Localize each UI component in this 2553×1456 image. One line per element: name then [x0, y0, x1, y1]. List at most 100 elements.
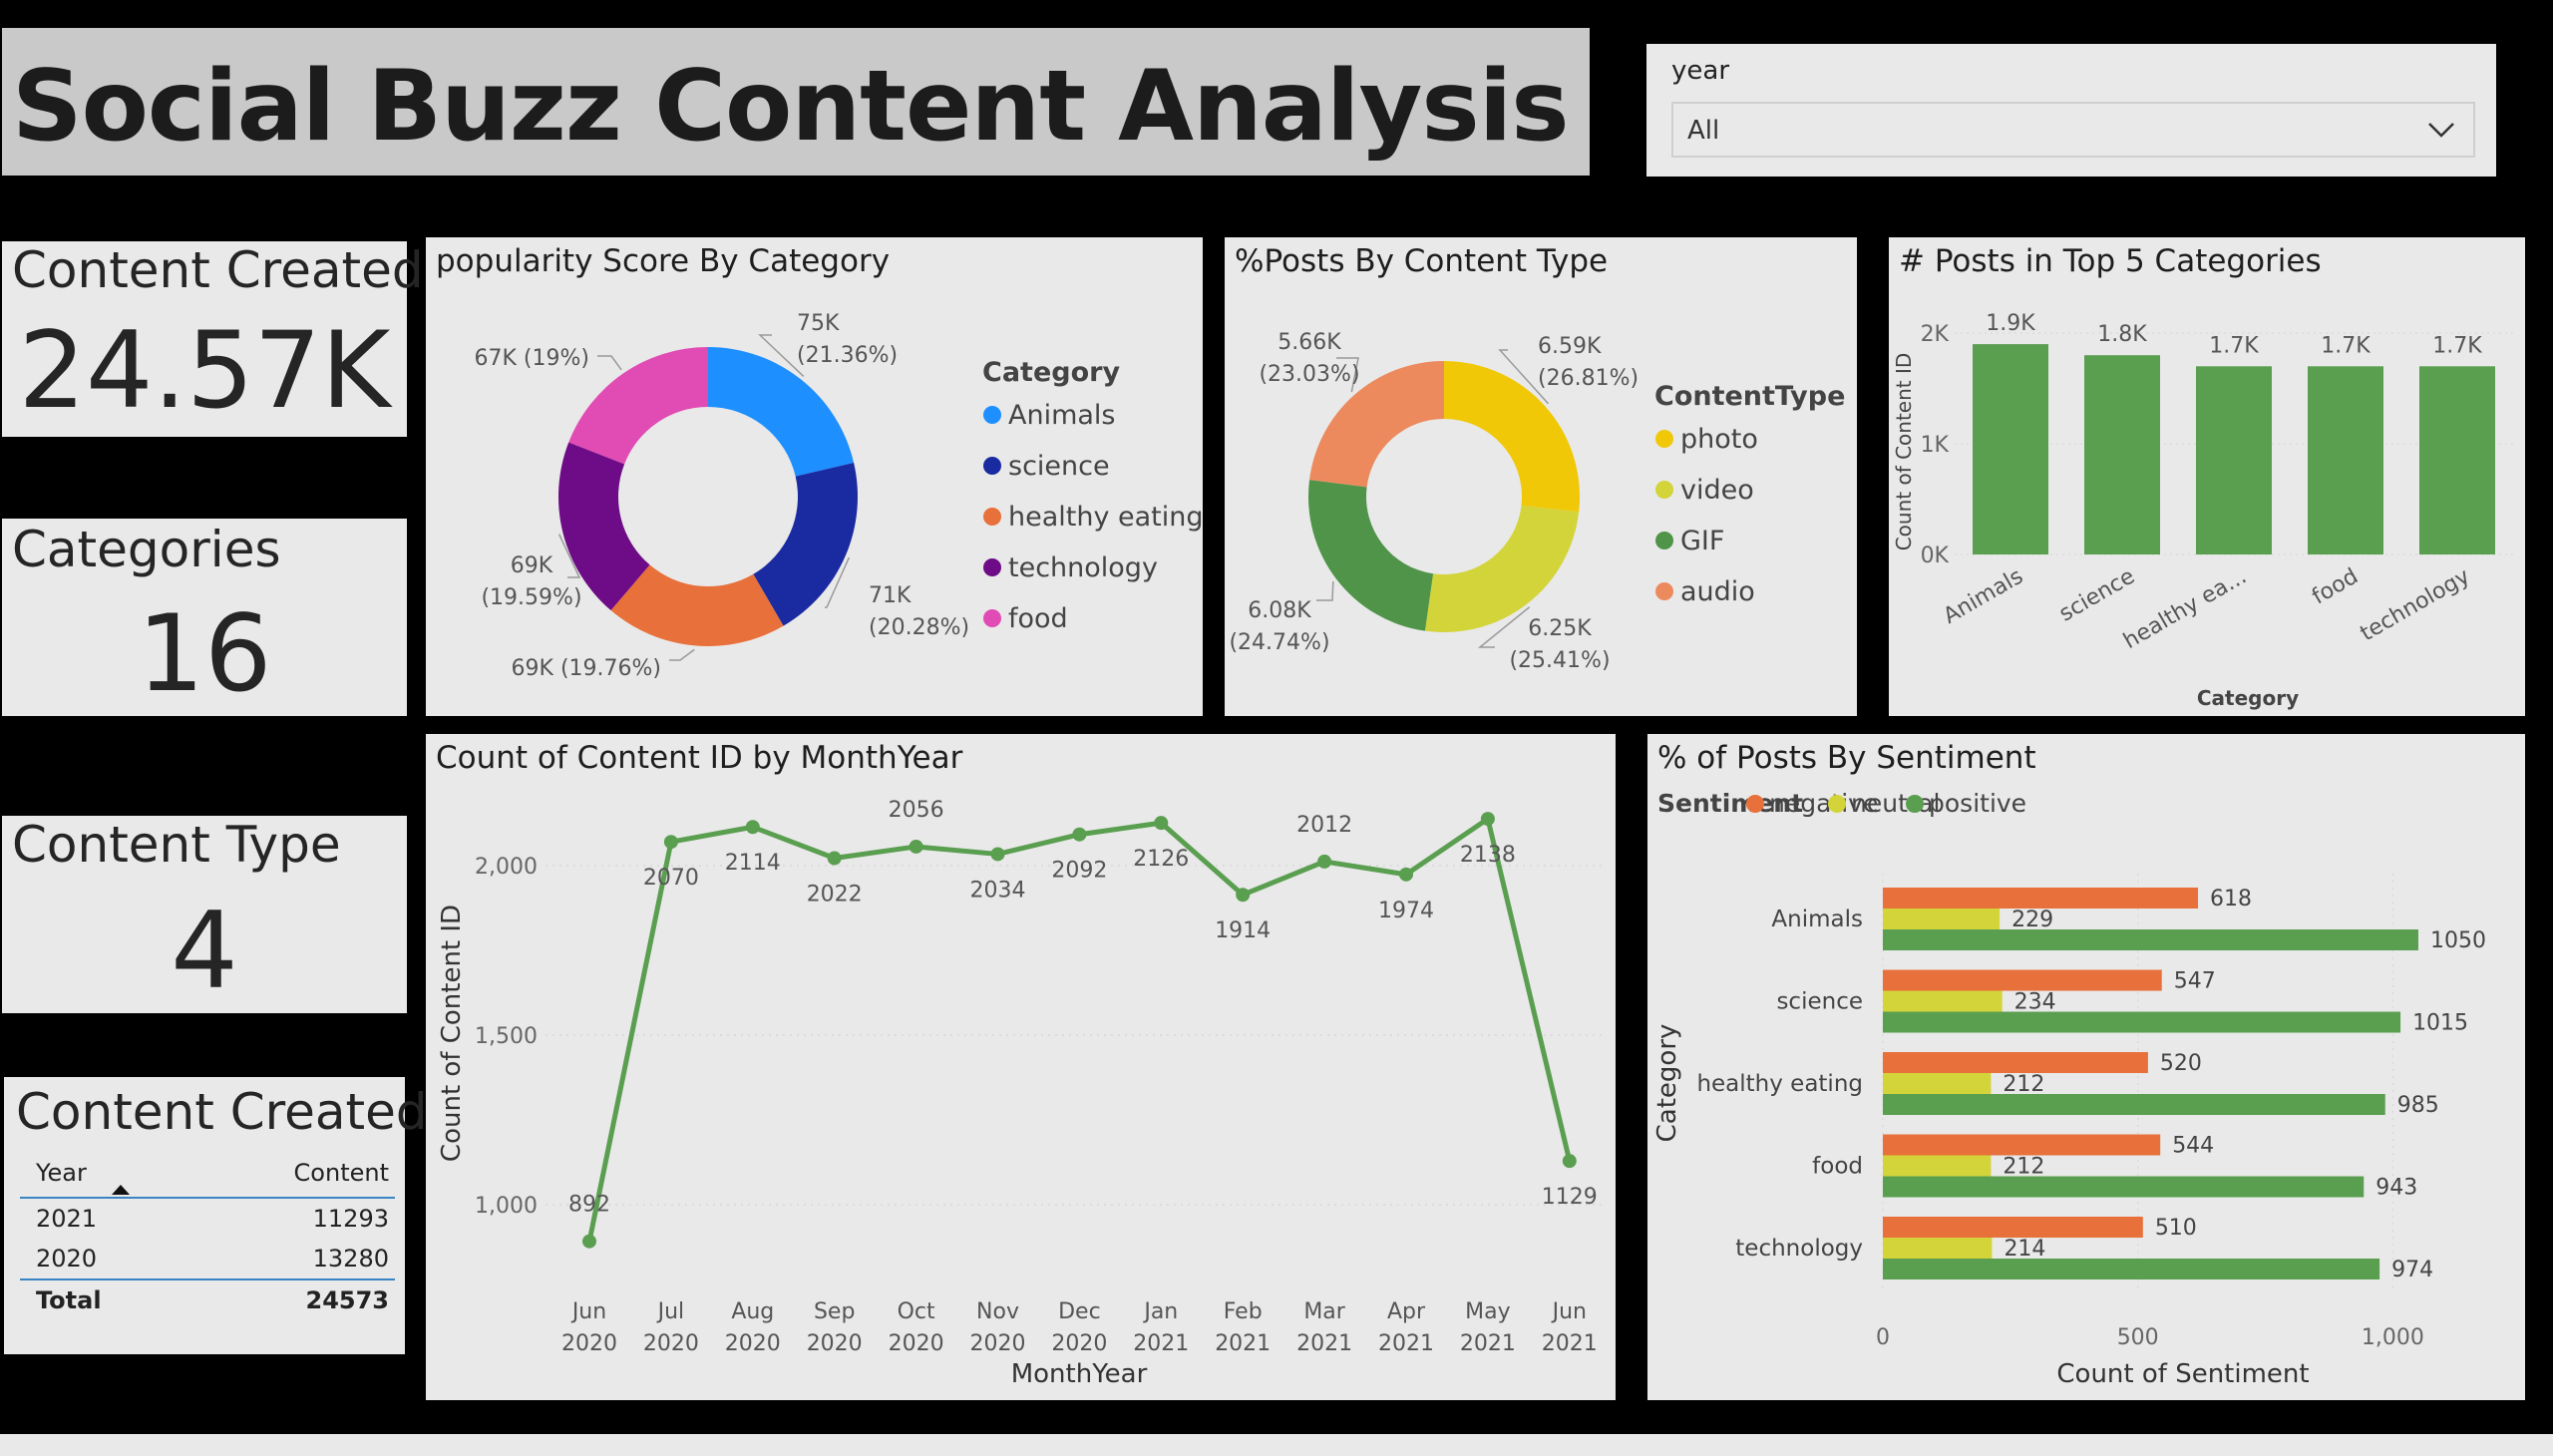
table-row: 2021 11293 [20, 1199, 395, 1239]
x-tick-label: 500 [2117, 1325, 2159, 1350]
data-point [1562, 1154, 1577, 1169]
bar-data-label: 974 [2391, 1258, 2433, 1282]
x-tick-label: Animals [1940, 564, 2027, 629]
table-cell: Total [36, 1286, 102, 1314]
x-tick-month: Aug [731, 1299, 774, 1324]
x-axis-title: MonthYear [1011, 1359, 1148, 1389]
x-tick-month: Feb [1224, 1299, 1263, 1324]
top5-bar-panel: # Posts in Top 5 Categories 0K 1K 2K 1.9K An… [1889, 237, 2525, 716]
point-label: 2114 [725, 851, 781, 876]
x-tick-year: 2021 [1378, 1331, 1434, 1356]
bar-data-label: 1.7K [2432, 333, 2482, 358]
y-tick-label: Animals [1771, 907, 1863, 932]
legend-marker [1746, 795, 1764, 813]
legend-marker [983, 508, 1001, 526]
x-tick-year: 2020 [1051, 1331, 1107, 1356]
point-label: 2070 [643, 866, 699, 891]
sentiment-bar-panel: % of Posts By Sentiment Sentiment negativ… [1647, 734, 2525, 1400]
data-point [1154, 816, 1169, 831]
bar-data-label: 234 [2014, 990, 2056, 1015]
data-label-value: 6.59K [1538, 334, 1602, 359]
x-tick-label: science [2055, 564, 2139, 627]
x-tick-year: 2020 [643, 1331, 699, 1356]
data-point [1236, 888, 1251, 903]
data-label-percent: (25.41%) [1509, 648, 1610, 673]
card-title: Categories [12, 521, 281, 578]
card-value: 4 [171, 890, 238, 1012]
x-tick-month: Apr [1387, 1299, 1426, 1324]
legend-title: ContentType [1654, 381, 1845, 412]
bar-data-label: 1015 [2412, 1011, 2468, 1036]
bar-0 [1973, 344, 2048, 554]
bar-data-label: 510 [2155, 1216, 2197, 1241]
bottom-strip [0, 1434, 2553, 1456]
legend-marker [983, 457, 1001, 475]
x-tick-month: Mar [1303, 1299, 1345, 1324]
point-label: 1974 [1378, 899, 1434, 923]
content-table: Year Content 2021 11293 2020 13280 Total… [20, 1153, 395, 1320]
popularity-donut-panel: popularity Score By Category 75K (21.36%)… [426, 237, 1203, 716]
y-axis-title: Count of Content ID [1892, 353, 1916, 551]
x-tick-year: 2020 [725, 1331, 781, 1356]
legend-item: neutral [1851, 789, 1940, 818]
legend-item: photo [1680, 424, 1758, 455]
bar-data-label: 212 [2003, 1072, 2044, 1097]
legend-marker [983, 609, 1001, 627]
bar-negative [1883, 888, 2199, 909]
data-label-value: 6.08K [1248, 598, 1311, 623]
y-tick-label: 2,000 [475, 855, 538, 880]
bar-data-label: 1.9K [1986, 311, 2035, 336]
bar-data-label: 544 [2172, 1134, 2214, 1159]
data-point [990, 847, 1005, 862]
x-tick-label: 0 [1876, 1325, 1890, 1350]
chevron-down-icon[interactable] [2421, 110, 2461, 150]
table-row: 2020 13280 [20, 1239, 395, 1278]
x-tick-month: Oct [898, 1299, 935, 1324]
x-tick-label: healthy ea... [2119, 564, 2251, 654]
point-label: 2034 [970, 878, 1026, 903]
point-label: 1129 [1542, 1185, 1598, 1210]
table-cell: 24573 [305, 1286, 390, 1314]
bar-data-label: 212 [2003, 1155, 2044, 1180]
data-label-value: 69K [511, 553, 553, 578]
data-point [827, 851, 842, 866]
data-label: 67K (19%) [475, 346, 589, 371]
column-header-content[interactable]: Content [294, 1159, 389, 1187]
year-dropdown-value: All [1687, 116, 1720, 146]
card-title: Content Type [12, 816, 341, 874]
bar-data-label: 214 [2004, 1237, 2045, 1262]
bar-data-label: 520 [2160, 1051, 2202, 1076]
bar-neutral [1883, 1238, 1993, 1259]
x-tick-year: 2021 [1215, 1331, 1271, 1356]
page-title: Social Buzz Content Analysis [12, 50, 1570, 164]
y-tick-label: 1K [1921, 433, 1950, 458]
y-tick-label: 0K [1921, 544, 1950, 568]
x-tick-year: 2021 [1296, 1331, 1352, 1356]
card-value: 16 [137, 592, 272, 715]
y-tick-label: science [1776, 989, 1863, 1015]
table-cell: 2020 [36, 1245, 98, 1273]
data-point [663, 835, 678, 850]
point-label: 2056 [889, 798, 944, 823]
donut-slice-video [1424, 505, 1580, 632]
table-title: Content Created [16, 1083, 428, 1141]
year-slicer: year All [1646, 44, 2496, 177]
point-label: 1914 [1215, 918, 1271, 943]
legend-item: GIF [1680, 526, 1724, 556]
content-type-donut-panel: %Posts By Content Type 6.59K (26.81%) 6.25… [1225, 237, 1857, 716]
x-tick-year: 2021 [1460, 1331, 1516, 1356]
sort-ascending-icon [112, 1185, 130, 1195]
x-tick-month: Jul [656, 1299, 685, 1324]
data-point [1072, 827, 1087, 842]
bar-data-label: 985 [2397, 1093, 2439, 1118]
year-dropdown[interactable]: All [1671, 102, 2475, 158]
x-tick-label: food [2308, 564, 2363, 610]
bar-positive [1883, 1176, 2365, 1198]
x-tick-month: Sep [814, 1299, 855, 1324]
y-tick-label: 1,000 [475, 1194, 538, 1219]
bar-data-label: 618 [2210, 887, 2252, 911]
y-tick-label: 2K [1921, 322, 1950, 347]
x-tick-year: 2020 [970, 1331, 1026, 1356]
column-header-year[interactable]: Year [36, 1159, 87, 1187]
card-value: 24.57K [18, 309, 391, 432]
